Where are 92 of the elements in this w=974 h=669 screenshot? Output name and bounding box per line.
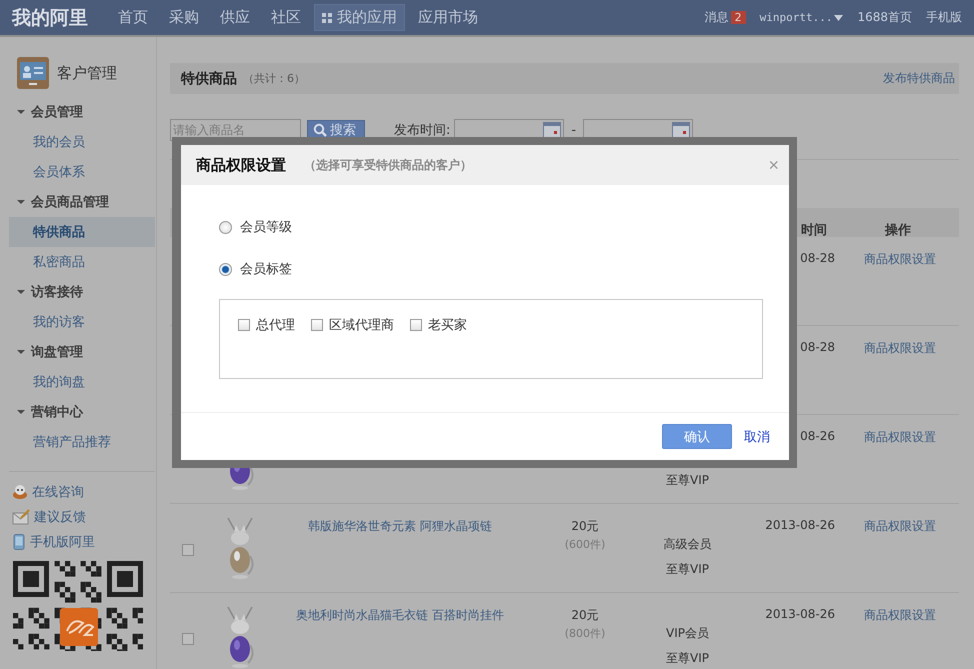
caret-down-icon bbox=[17, 408, 25, 416]
messages-link[interactable]: 消息 bbox=[704, 9, 729, 26]
site-logo[interactable]: 我的阿里 bbox=[12, 4, 88, 30]
publish-date: 2013-08-26 bbox=[765, 607, 835, 621]
search-icon bbox=[313, 123, 327, 137]
tag-checkbox[interactable]: 老买家 bbox=[410, 316, 467, 334]
price: 20元 bbox=[570, 518, 600, 535]
checkbox[interactable] bbox=[238, 319, 250, 331]
group-title: 访客接待 bbox=[31, 284, 83, 301]
nav-tab[interactable]: 社区 bbox=[263, 4, 309, 31]
sidebar-item[interactable]: 会员体系 bbox=[9, 157, 155, 187]
tag-checkbox[interactable]: 区域代理商 bbox=[311, 316, 394, 334]
product-link[interactable]: 奥地利时尚水晶猫毛衣链 百搭时尚挂件 bbox=[296, 608, 504, 622]
group-title: 会员管理 bbox=[31, 104, 83, 121]
date-label: 发布时间: bbox=[394, 122, 450, 139]
nav-tab[interactable]: 我的应用 bbox=[314, 4, 405, 31]
radio-button[interactable] bbox=[219, 220, 232, 234]
sidebar-group[interactable]: 营销中心 bbox=[9, 397, 156, 427]
tag-checkbox[interactable]: 总代理 bbox=[238, 316, 295, 334]
publish-date: 08-26 bbox=[800, 429, 835, 443]
permission-link[interactable]: 商品权限设置 bbox=[864, 252, 936, 266]
permission-link[interactable]: 商品权限设置 bbox=[864, 341, 936, 355]
checkbox[interactable] bbox=[410, 319, 422, 331]
sidebar-group[interactable]: 会员管理 bbox=[9, 97, 156, 127]
cancel-link[interactable]: 取消 bbox=[744, 428, 770, 446]
page-title: 特供商品 bbox=[181, 70, 237, 88]
member-level: 高级会员 bbox=[662, 536, 712, 553]
member-level: 至尊VIP bbox=[665, 561, 710, 578]
dialog-subtitle: （选择可享受特供商品的客户） bbox=[304, 156, 472, 174]
radio-option[interactable]: 会员标签 bbox=[219, 259, 763, 279]
sidebar-link[interactable]: 手机版阿里 bbox=[9, 530, 156, 555]
calendar-icon bbox=[672, 122, 690, 138]
sidebar-item[interactable]: 我的访客 bbox=[9, 307, 155, 337]
nav-tab[interactable]: 应用市场 bbox=[410, 4, 486, 31]
message-count: 2 bbox=[730, 11, 746, 24]
sidebar-link[interactable]: 建议反馈 bbox=[9, 505, 156, 530]
group-title: 营销中心 bbox=[31, 404, 83, 421]
caret-down-icon bbox=[17, 198, 25, 206]
sidebar-group[interactable]: 会员商品管理 bbox=[9, 187, 156, 217]
nav-tab[interactable]: 供应 bbox=[212, 4, 258, 31]
nav-tab[interactable]: 采购 bbox=[161, 4, 207, 31]
date-separator: - bbox=[571, 122, 576, 138]
permission-link[interactable]: 商品权限设置 bbox=[864, 430, 936, 444]
member-level: 至尊VIP bbox=[665, 650, 710, 667]
calendar-icon bbox=[543, 122, 562, 138]
column-header: 时间 bbox=[801, 222, 827, 238]
sidebar-item[interactable]: 特供商品 bbox=[9, 217, 155, 247]
radio-option[interactable]: 会员等级 bbox=[219, 217, 763, 237]
stock-count: (800件) bbox=[564, 626, 606, 641]
sidebar-item[interactable]: 营销产品推荐 bbox=[9, 427, 155, 457]
caret-down-icon bbox=[834, 14, 844, 20]
group-title: 询盘管理 bbox=[31, 344, 83, 361]
publish-link[interactable]: 发布特供商品 bbox=[883, 70, 955, 87]
caret-down-icon bbox=[17, 108, 25, 116]
item-count: （共计：6） bbox=[243, 71, 305, 86]
sidebar-item[interactable]: 我的会员 bbox=[9, 127, 155, 157]
stock-count: (600件) bbox=[564, 537, 606, 552]
cow-mascot-icon bbox=[12, 484, 28, 500]
caret-down-icon bbox=[17, 348, 25, 356]
caret-down-icon bbox=[17, 288, 25, 296]
sidebar-item[interactable]: 我的询盘 bbox=[9, 367, 155, 397]
contact-card-icon bbox=[17, 57, 49, 89]
publish-date: 2013-08-26 bbox=[765, 518, 835, 532]
checkbox[interactable] bbox=[311, 319, 323, 331]
member-level: VIP会员 bbox=[665, 625, 710, 642]
row-checkbox[interactable] bbox=[182, 633, 194, 645]
nav-tab[interactable]: 首页 bbox=[110, 4, 156, 31]
row-checkbox[interactable] bbox=[182, 544, 194, 556]
top-link[interactable]: 1688首页 bbox=[857, 9, 912, 26]
radio-button[interactable] bbox=[219, 262, 232, 276]
grid-icon bbox=[322, 12, 332, 22]
sidebar-item[interactable]: 私密商品 bbox=[9, 247, 155, 277]
dialog-title: 商品权限设置 bbox=[196, 156, 286, 174]
close-button[interactable]: × bbox=[768, 156, 779, 174]
permission-link[interactable]: 商品权限设置 bbox=[864, 608, 936, 622]
price: 20元 bbox=[570, 607, 600, 624]
permission-link[interactable]: 商品权限设置 bbox=[864, 519, 936, 533]
confirm-button[interactable]: 确认 bbox=[662, 424, 732, 449]
user-menu[interactable]: winportt... bbox=[760, 11, 844, 24]
publish-date: 08-28 bbox=[800, 251, 835, 265]
publish-date: 08-28 bbox=[800, 340, 835, 354]
envelope-pencil-icon bbox=[12, 509, 30, 525]
column-header: 操作 bbox=[885, 222, 911, 238]
member-level: 至尊VIP bbox=[665, 472, 710, 489]
sidebar-group[interactable]: 访客接待 bbox=[9, 277, 156, 307]
group-title: 会员商品管理 bbox=[31, 194, 109, 211]
product-link[interactable]: 韩版施华洛世奇元素 阿狸水晶项链 bbox=[308, 519, 492, 533]
sidebar-link[interactable]: 在线咨询 bbox=[9, 480, 156, 505]
top-link[interactable]: 手机版 bbox=[926, 9, 962, 26]
sidebar-title: 客户管理 bbox=[57, 64, 117, 82]
phone-icon bbox=[12, 534, 26, 550]
sidebar-group[interactable]: 询盘管理 bbox=[9, 337, 156, 367]
